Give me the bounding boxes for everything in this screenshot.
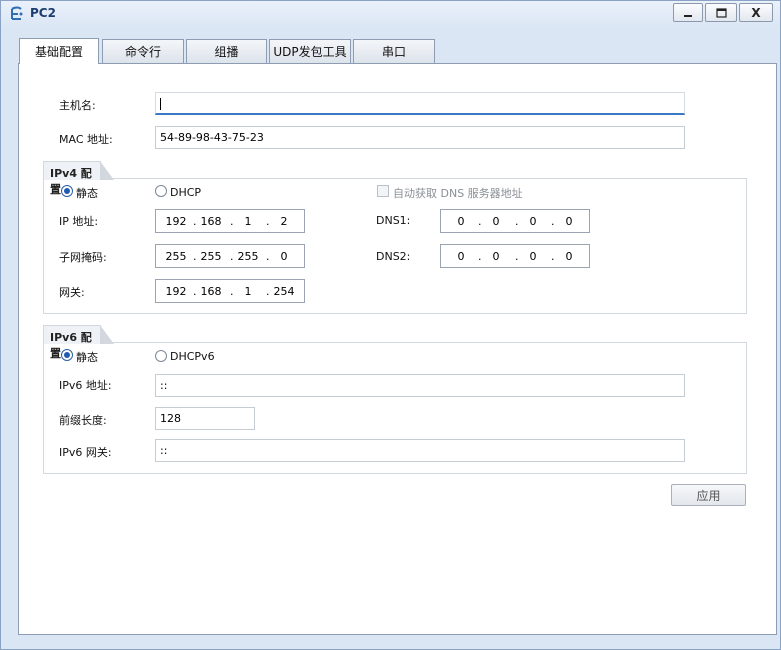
prefix-length-value: 128 [160,412,181,425]
tab-command-line[interactable]: 命令行 [102,39,184,63]
minimize-icon [684,14,692,17]
tab-label: 组播 [214,45,239,59]
auto-dns-checkbox[interactable] [377,185,389,197]
mac-label: MAC 地址: [59,133,113,146]
tab-label: UDP发包工具 [273,45,347,59]
octet-3[interactable]: 0 [518,250,548,263]
app-logo-icon [11,6,23,20]
octet-2[interactable]: 0 [481,250,511,263]
subnet-mask-input[interactable]: 255 . 255 . 255 . 0 [155,244,305,268]
octet-2[interactable]: 0 [481,215,511,228]
pc2-config-window: PC2 X 基础配置 命令行 组播 UDP发包工具 串口 主机名: MAC 地址… [0,0,781,650]
ipv6-static-label: 静态 [76,351,98,364]
hostname-input[interactable] [155,92,685,115]
octet-1[interactable]: 192 [161,285,191,298]
apply-button-label: 应用 [696,488,721,503]
basic-config-panel: 主机名: MAC 地址: 54-89-98-43-75-23 IPv4 配置 静… [18,63,777,635]
prefix-length-label: 前缀长度: [59,414,107,427]
octet-1[interactable]: 0 [446,250,476,263]
ip-address-input[interactable]: 192 . 168 . 1 . 2 [155,209,305,233]
ipv4-static-label: 静态 [76,187,98,200]
close-icon: X [751,5,761,20]
mac-value: 54-89-98-43-75-23 [160,131,264,144]
octet-1[interactable]: 192 [161,215,191,228]
ipv4-dhcp-radio[interactable] [155,185,167,197]
title-bar[interactable]: PC2 X [1,1,780,27]
octet-4[interactable]: 2 [269,215,299,228]
octet-4[interactable]: 0 [269,250,299,263]
octet-4[interactable]: 254 [269,285,299,298]
ipv6-dhcpv6-radio[interactable] [155,350,167,362]
dns1-input[interactable]: 0 . 0 . 0 . 0 [440,209,590,233]
ipv6-group-title: IPv6 配置 [43,325,114,360]
window-title: PC2 [30,6,56,20]
octet-3[interactable]: 1 [233,215,263,228]
ipv6-static-radio[interactable] [61,349,73,361]
auto-dns-label: 自动获取 DNS 服务器地址 [393,187,523,200]
subnet-mask-label: 子网掩码: [59,251,107,264]
ipv6-gateway-input[interactable]: :: [155,439,685,462]
octet-4[interactable]: 0 [554,215,584,228]
ipv6-address-value: :: [160,379,168,392]
tab-serial[interactable]: 串口 [353,39,435,63]
ipv6-gateway-label: IPv6 网关: [59,446,112,459]
close-button[interactable]: X [739,3,773,22]
ipv6-address-input[interactable]: :: [155,374,685,397]
tab-label: 串口 [381,45,406,59]
dns1-label: DNS1: [376,214,411,227]
ip-address-label: IP 地址: [59,215,99,228]
gateway-label: 网关: [59,286,85,299]
prefix-length-input[interactable]: 128 [155,407,255,430]
octet-3[interactable]: 0 [518,215,548,228]
octet-2[interactable]: 168 [196,215,226,228]
mac-address-field[interactable]: 54-89-98-43-75-23 [155,126,685,149]
tab-basic-config[interactable]: 基础配置 [19,38,99,64]
gateway-input[interactable]: 192 . 168 . 1 . 254 [155,279,305,303]
octet-1[interactable]: 0 [446,215,476,228]
ipv6-gateway-value: :: [160,444,168,457]
text-caret [160,98,161,110]
ipv6-address-label: IPv6 地址: [59,379,112,392]
ipv4-static-radio[interactable] [61,185,73,197]
tab-label: 命令行 [124,45,161,59]
tab-udp-tool[interactable]: UDP发包工具 [269,39,351,63]
tab-multicast[interactable]: 组播 [186,39,267,63]
ipv4-group-title: IPv4 配置 [43,161,114,196]
maximize-button[interactable] [705,3,737,22]
tab-label: 基础配置 [34,45,83,59]
octet-3[interactable]: 1 [233,285,263,298]
octet-3[interactable]: 255 [233,250,263,263]
apply-button[interactable]: 应用 [671,484,746,506]
ipv4-dhcp-label: DHCP [170,186,202,199]
octet-2[interactable]: 168 [196,285,226,298]
octet-2[interactable]: 255 [196,250,226,263]
ipv6-dhcpv6-label: DHCPv6 [170,350,215,363]
dns2-input[interactable]: 0 . 0 . 0 . 0 [440,244,590,268]
octet-1[interactable]: 255 [161,250,191,263]
hostname-label: 主机名: [59,99,96,112]
dns2-label: DNS2: [376,250,411,263]
minimize-button[interactable] [673,3,703,22]
octet-4[interactable]: 0 [554,250,584,263]
maximize-icon [715,7,727,18]
